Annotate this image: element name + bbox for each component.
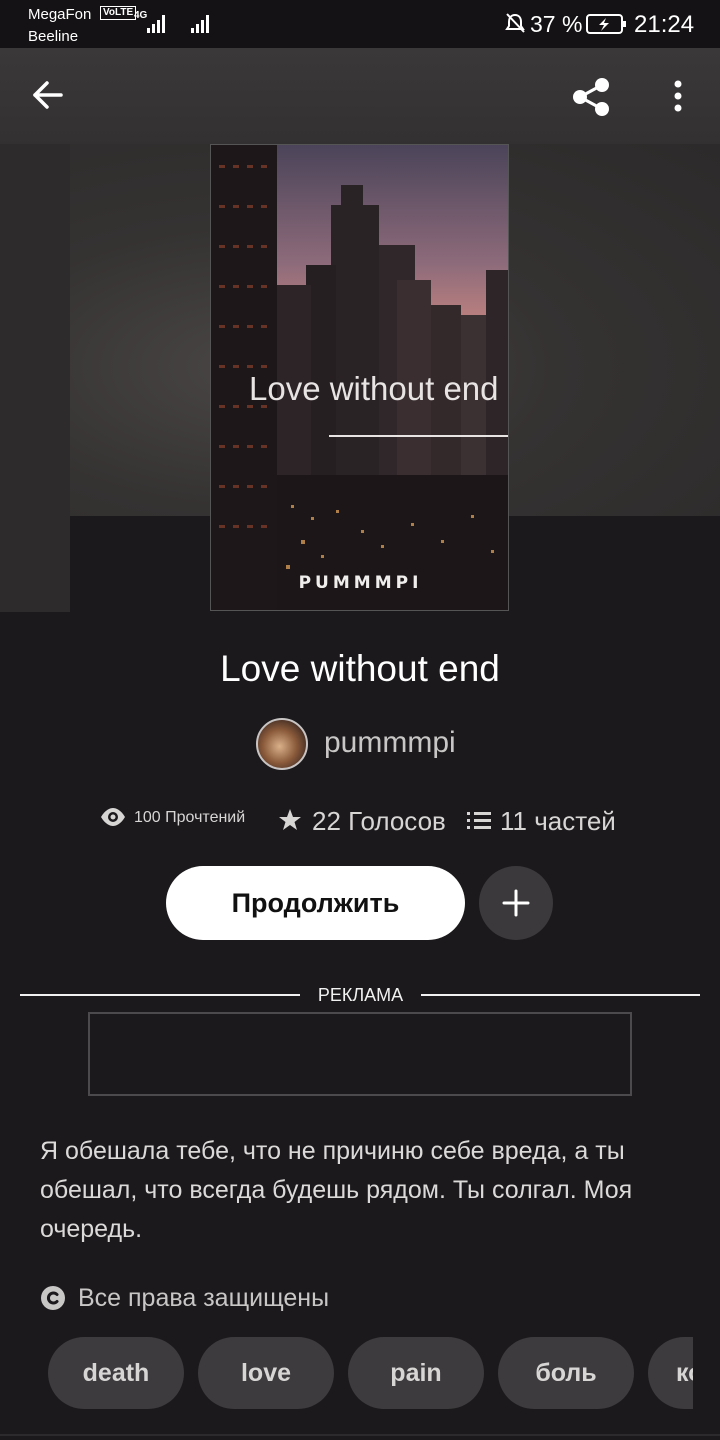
battery-charging-icon (586, 14, 626, 34)
star-icon (279, 809, 301, 830)
share-icon (573, 78, 609, 116)
carrier-2: Beeline (28, 28, 79, 45)
signal-icon (191, 15, 209, 33)
copyright-icon (41, 1286, 65, 1310)
tag-chip[interactable]: боль (498, 1337, 634, 1409)
story-description: Я обешала тебе, что не причиню себе вред… (40, 1137, 633, 1243)
story-title: Love without end (220, 648, 500, 689)
author-name[interactable]: pummmpi (324, 726, 456, 760)
battery-percent: 37 % (530, 11, 583, 37)
arrow-left-icon (33, 81, 63, 109)
continue-reading-button[interactable]: Продолжить (166, 866, 465, 940)
more-button[interactable] (664, 76, 692, 116)
volte-badge: VoLTE (100, 6, 137, 20)
ad-divider-right (421, 994, 700, 996)
cover-author: PUMMMPI (298, 573, 423, 593)
bell-off-icon (505, 13, 525, 33)
back-button[interactable] (26, 72, 72, 118)
more-vertical-icon (674, 80, 682, 112)
clock: 21:24 (634, 11, 695, 38)
plus-icon (502, 889, 530, 917)
list-icon (467, 812, 491, 829)
status-bar: MegaFon VoLTE 4G Beeline 37 % 21:24 (0, 0, 720, 48)
cover-title: Love without end (249, 370, 499, 407)
eye-icon (101, 808, 125, 826)
hero-blur-left (0, 144, 70, 612)
reads-count: 100 Прочтений (134, 809, 246, 826)
tag-chip[interactable]: love (198, 1337, 334, 1409)
signal-icon (147, 15, 165, 33)
votes-count: 22 Голосов (312, 806, 446, 836)
tag-chip[interactable]: pain (348, 1337, 484, 1409)
story-stats: 100 Прочтений 22 Голосов 11 частей (0, 800, 720, 844)
bottom-divider (0, 1434, 720, 1436)
parts-count: 11 частей (500, 806, 616, 836)
tag-chip[interactable]: death (48, 1337, 184, 1409)
share-button[interactable] (566, 72, 616, 122)
add-to-library-button[interactable] (479, 866, 553, 940)
carrier-1: MegaFon (28, 6, 92, 23)
book-cover[interactable]: Love without end PUMMMPI (210, 144, 509, 611)
avatar[interactable] (256, 718, 308, 770)
ad-slot[interactable] (88, 1012, 632, 1096)
cover-underline (329, 435, 508, 437)
copyright-text: Все права защищены (78, 1284, 330, 1312)
ad-divider-left (20, 994, 300, 996)
tag-list: death love pain боль ко (48, 1337, 693, 1409)
tag-chip[interactable]: ко (648, 1337, 693, 1409)
ad-label: РЕКЛАМА (317, 985, 404, 1005)
